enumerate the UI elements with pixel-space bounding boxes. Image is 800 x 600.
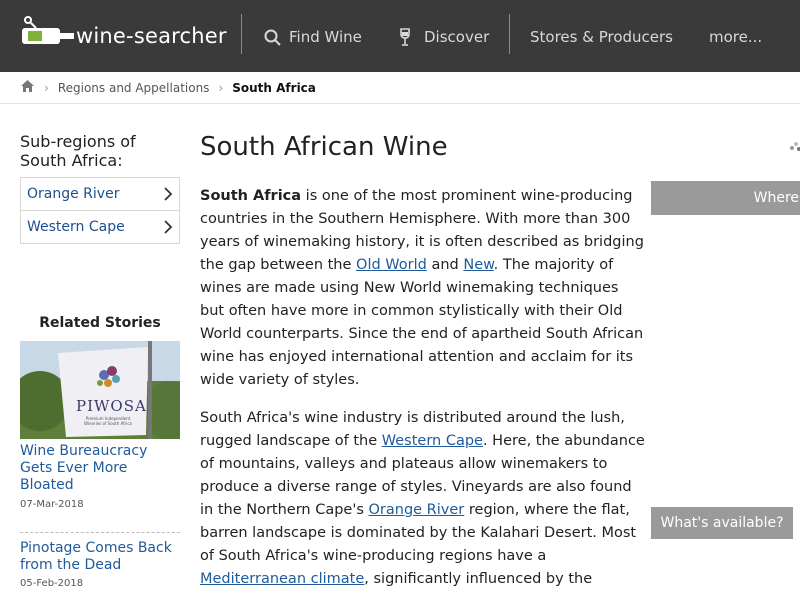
nav-divider	[509, 14, 510, 54]
nav-divider	[241, 14, 242, 54]
new-world-link[interactable]: New	[463, 257, 493, 273]
chevron-right-icon	[164, 187, 173, 201]
chevron-right-icon	[164, 220, 173, 234]
story-date: 05-Feb-2018	[20, 578, 84, 589]
paragraph-text: . The majority of wines are made using N…	[200, 257, 644, 388]
nav-stores-producers[interactable]: Stores & Producers	[530, 26, 673, 48]
page-title: South African Wine	[200, 132, 448, 162]
chevron-right-icon: ›	[44, 80, 49, 95]
western-cape-link[interactable]: Western Cape	[382, 433, 483, 449]
where-to-buy-button[interactable]: Where	[651, 181, 800, 215]
whats-available-button[interactable]: What's available?	[651, 507, 793, 539]
nav-discover-label: Discover	[424, 28, 490, 46]
nav-more-label: more...	[709, 28, 763, 46]
story-date: 07-Mar-2018	[20, 499, 84, 510]
orange-river-link[interactable]: Orange River	[369, 502, 465, 518]
top-navigation-bar: wine-searcher Find Wine Discover Stores …	[0, 0, 800, 72]
old-world-link[interactable]: Old World	[356, 257, 427, 273]
article-body: South Africa is one of the most prominen…	[200, 185, 645, 600]
paragraph-text: and	[426, 257, 464, 273]
banner-text: PIWOSA	[76, 397, 147, 415]
article-paragraph: South Africa's wine industry is distribu…	[200, 407, 645, 591]
related-stories-heading: Related Stories	[39, 315, 161, 331]
wine-bottle-logo-icon	[20, 14, 74, 58]
nav-more[interactable]: more...	[709, 26, 762, 48]
loading-dots-icon	[789, 136, 800, 155]
breadcrumb-current: South Africa	[232, 80, 316, 95]
subregion-western-cape[interactable]: Western Cape	[20, 210, 180, 244]
story-title-link[interactable]: Wine Bureaucracy Gets Ever More Bloated	[20, 443, 180, 494]
subregion-label: Orange River	[27, 186, 120, 202]
sidebar: Sub-regions of South Africa: Orange Rive…	[20, 132, 180, 244]
nav-find-wine-label: Find Wine	[289, 28, 362, 46]
story-divider	[20, 532, 180, 533]
subregions-heading: Sub-regions of South Africa:	[20, 132, 136, 170]
site-logo-text: wine-searcher	[76, 24, 227, 48]
breadcrumb: › Regions and Appellations › South Afric…	[0, 72, 800, 104]
article-paragraph: South Africa is one of the most prominen…	[200, 185, 645, 392]
story-title-link[interactable]: Pinotage Comes Back from the Dead	[20, 540, 180, 574]
mediterranean-climate-link[interactable]: Mediterranean climate	[200, 571, 364, 587]
subregion-label: Western Cape	[27, 219, 125, 235]
site-logo[interactable]: wine-searcher	[20, 14, 227, 58]
subregion-orange-river[interactable]: Orange River	[20, 177, 180, 211]
chevron-right-icon: ›	[218, 80, 224, 95]
home-icon[interactable]	[20, 79, 35, 96]
breadcrumb-regions-link[interactable]: Regions and Appellations	[58, 81, 210, 95]
subregions-list: Orange River Western Cape	[20, 177, 180, 244]
wine-glass-icon	[400, 28, 410, 46]
article-lead: South Africa	[200, 188, 302, 204]
nav-discover[interactable]: Discover	[399, 26, 489, 48]
nav-stores-producers-label: Stores & Producers	[530, 28, 673, 46]
search-icon	[264, 29, 281, 46]
banner-subtext: Premium Independent Wineries of South Af…	[84, 416, 132, 426]
paragraph-text: , significantly influenced by the	[364, 571, 593, 587]
story-image[interactable]: PIWOSA Premium Independent Wineries of S…	[20, 341, 180, 439]
nav-find-wine[interactable]: Find Wine	[264, 26, 362, 48]
